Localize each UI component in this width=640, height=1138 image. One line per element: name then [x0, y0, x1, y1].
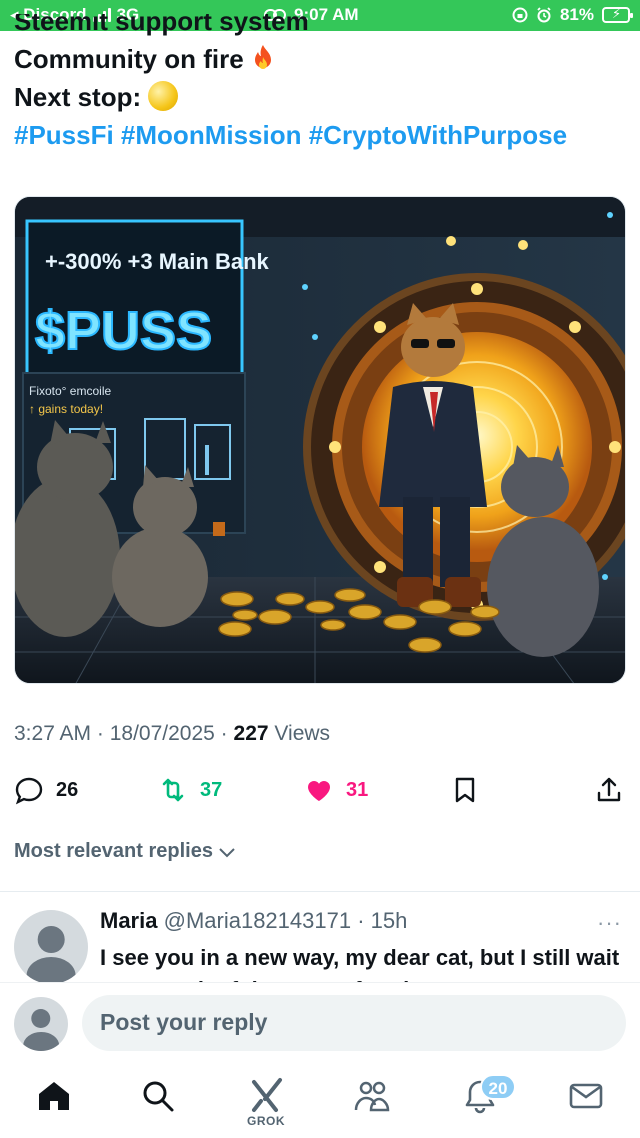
- post-reply-input[interactable]: Post your reply: [82, 995, 626, 1051]
- reply-avatar[interactable]: [14, 910, 88, 982]
- tab-search[interactable]: [138, 1076, 178, 1116]
- tab-communities[interactable]: [352, 1076, 392, 1116]
- tweet-line-1: Community on fire: [14, 40, 629, 78]
- like-button[interactable]: 31: [304, 770, 368, 810]
- sign-headline: +-300% +3 Main Bank: [45, 249, 270, 274]
- reply-count: 26: [56, 778, 79, 801]
- tab-messages[interactable]: [566, 1076, 606, 1116]
- bookmark-button[interactable]: [450, 770, 480, 810]
- messages-icon: [569, 1083, 603, 1109]
- chevron-down-icon: [219, 847, 235, 857]
- tweet-hashtags[interactable]: #PussFi #MoonMission #CryptoWithPurpose: [14, 116, 629, 154]
- tweet-text: Steemit support system Community on fire…: [14, 14, 629, 154]
- heart-filled-icon: [308, 781, 330, 801]
- replies-sort-dropdown[interactable]: Most relevant replies: [14, 840, 237, 863]
- tweet-line-2-text: Next stop:: [14, 82, 142, 112]
- reply-button[interactable]: 26: [14, 770, 78, 810]
- media-illustration: +-300% +3 Main Bank $PUSS Fixoto° emcoil…: [15, 197, 625, 683]
- search-icon: [143, 1081, 174, 1112]
- board-text-2: ↑ gains today!: [29, 402, 103, 416]
- reply-text: I see you in a new way, my dear cat, but…: [100, 945, 620, 982]
- tab-grok[interactable]: [246, 1076, 286, 1116]
- my-avatar: [14, 997, 68, 1051]
- reply-item[interactable]: Maria @Maria182143171 · 15h ··· I see yo…: [0, 892, 640, 982]
- share-button[interactable]: [594, 770, 624, 810]
- home-icon: [39, 1082, 69, 1110]
- replies-sort-label: Most relevant replies: [14, 840, 213, 862]
- notifications-badge: 20: [480, 1074, 516, 1100]
- sign-ticker: $PUSS: [35, 301, 212, 361]
- reply-icon: [15, 777, 43, 805]
- tweet-media-image[interactable]: +-300% +3 Main Bank $PUSS Fixoto° emcoil…: [14, 196, 626, 684]
- tweet-actions: 26 37 31: [0, 770, 640, 810]
- grok-icon: [252, 1078, 282, 1112]
- grok-label: GROK: [247, 1114, 285, 1128]
- tweet-line-1-text: Community on fire: [14, 44, 244, 74]
- repost-icon: [162, 778, 184, 802]
- reply-author-handle[interactable]: @Maria182143171: [164, 908, 351, 933]
- views-label: Views: [268, 722, 331, 745]
- tweet-line-cut: Steemit support system: [14, 14, 309, 36]
- tab-home[interactable]: [34, 1076, 74, 1116]
- repost-button[interactable]: 37: [158, 770, 222, 810]
- tweet-line-2: Next stop:: [14, 78, 629, 116]
- full-moon-icon: [148, 81, 179, 111]
- more-options-icon[interactable]: ···: [597, 910, 622, 936]
- tweet-time: 3:27 AM: [14, 722, 92, 745]
- bookmark-icon: [455, 777, 475, 803]
- meta-separator: ·: [214, 722, 234, 745]
- fire-icon: [254, 45, 271, 69]
- views-count: 227: [233, 722, 269, 745]
- bottom-tab-bar: GROK 20: [0, 1064, 640, 1138]
- tweet-date: 18/07/2025: [109, 722, 215, 745]
- reply-composer: Post your reply: [0, 982, 640, 1064]
- board-text-1: Fixoto° emcoile: [29, 384, 111, 398]
- share-icon: [597, 777, 621, 802]
- meta-separator: ·: [91, 722, 110, 745]
- tweet-metadata: 3:27 AM · 18/07/2025 · 227 Views: [14, 722, 330, 746]
- repost-count: 37: [200, 778, 223, 801]
- reply-author-name[interactable]: Maria: [100, 908, 157, 933]
- reply-header: Maria @Maria182143171 · 15h: [100, 908, 407, 934]
- communities-icon: [354, 1081, 390, 1112]
- like-count: 31: [346, 778, 369, 801]
- reply-time: · 15h: [351, 908, 408, 933]
